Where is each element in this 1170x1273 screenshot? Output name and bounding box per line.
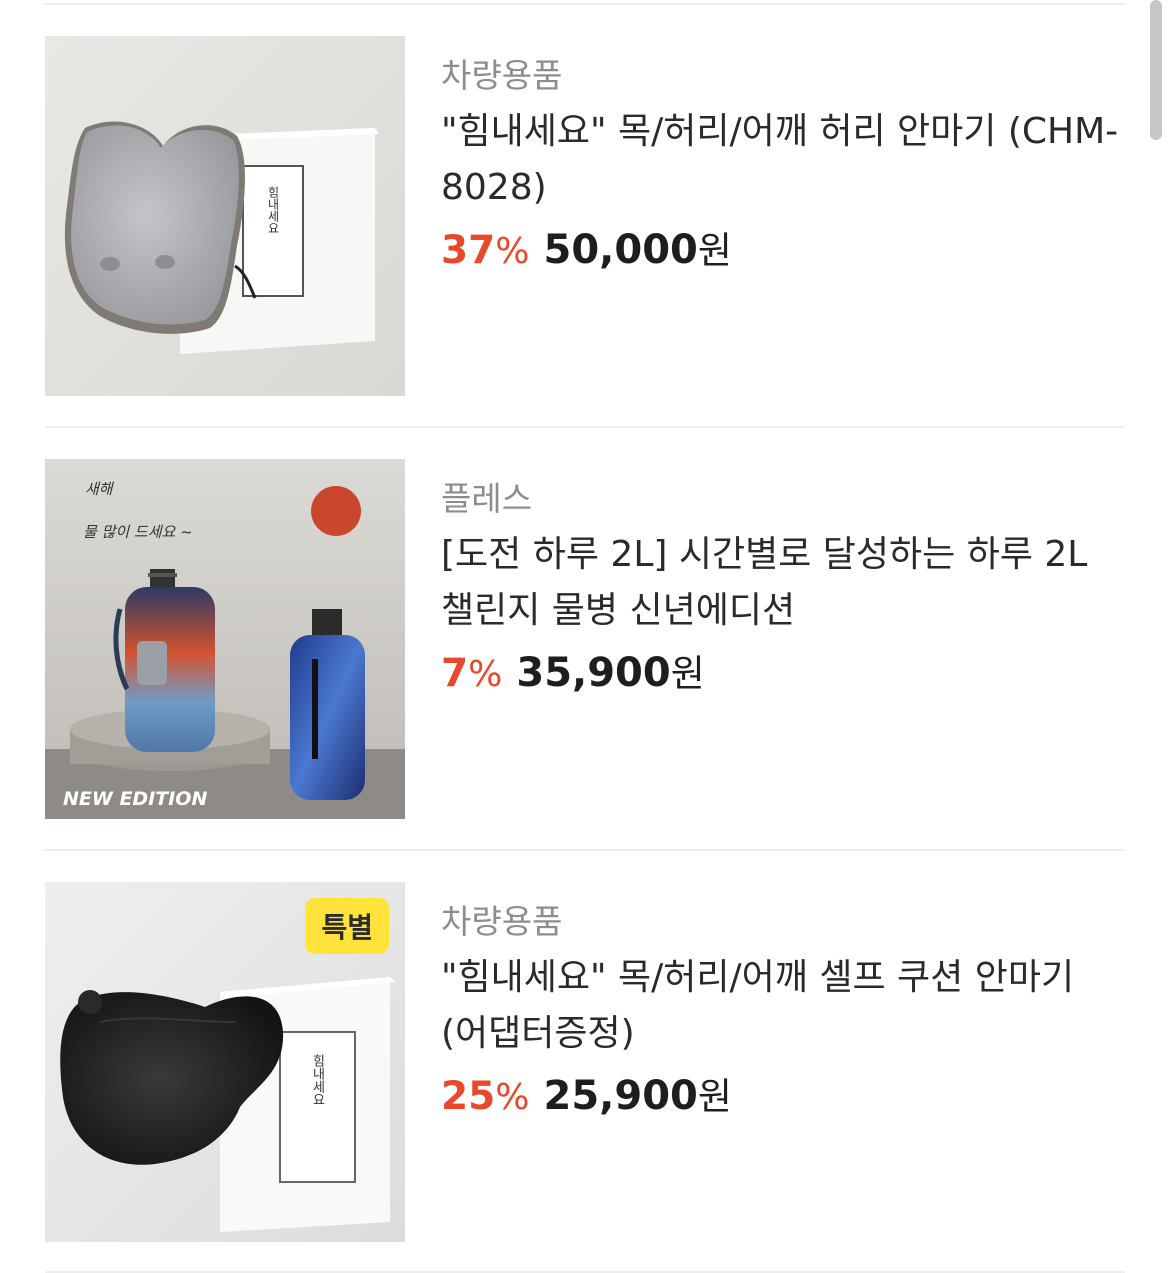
product-category[interactable]: 차량용품 bbox=[441, 900, 1125, 944]
product-image[interactable]: 새해 물 많이 드세요 ~ NEW EDITION bbox=[45, 459, 405, 819]
product-card-1[interactable]: 힘내세요 차량용품 "힘내세요" 목/허리/어깨 허리 안마기 (CHM-802… bbox=[45, 36, 1125, 396]
price-row: 25% 25,900원 bbox=[441, 1068, 1125, 1132]
lumbar-massager-image: 힘내세요 bbox=[45, 36, 405, 396]
product-info: 차량용품 "힘내세요" 목/허리/어깨 허리 안마기 (CHM-8028) 37… bbox=[441, 36, 1125, 286]
price-value: 35,900 bbox=[516, 650, 671, 696]
currency-unit: 원 bbox=[697, 1075, 732, 1118]
discount-value: 37 bbox=[441, 228, 496, 273]
product-image[interactable]: 힘내세요 특별 bbox=[45, 882, 405, 1242]
price-value: 50,000 bbox=[543, 227, 698, 273]
box-label: 힘내세요 bbox=[266, 186, 280, 234]
discount-rate: 25% bbox=[441, 1074, 530, 1119]
percent-sign: % bbox=[495, 1077, 530, 1118]
price-row: 37% 50,000원 bbox=[441, 222, 1125, 286]
product-title[interactable]: "힘내세요" 목/허리/어깨 셀프 쿠션 안마기 (어댑터증정) bbox=[441, 950, 1125, 1062]
currency-unit: 원 bbox=[670, 652, 705, 695]
image-caption-drink: 물 많이 드세요 ~ bbox=[83, 523, 193, 541]
box-label: 힘내세요 bbox=[310, 1054, 325, 1106]
product-card-2[interactable]: 새해 물 많이 드세요 ~ NEW EDITION 플레스 [도전 하루 2L]… bbox=[45, 459, 1125, 819]
divider bbox=[45, 426, 1125, 428]
divider bbox=[45, 3, 1125, 5]
discount-rate: 7% bbox=[441, 651, 502, 696]
price: 50,000원 bbox=[544, 227, 732, 273]
product-category[interactable]: 차량용품 bbox=[441, 54, 1125, 98]
product-info: 플레스 [도전 하루 2L] 시간별로 달성하는 하루 2L 챌린지 물병 신년… bbox=[441, 459, 1125, 709]
product-card-3[interactable]: 힘내세요 특별 차량용품 "힘내세요" 목/허리/어깨 셀프 쿠션 안마기 (어… bbox=[45, 882, 1125, 1242]
price-row: 7% 35,900원 bbox=[441, 645, 1125, 709]
product-title[interactable]: [도전 하루 2L] 시간별로 달성하는 하루 2L 챌린지 물병 신년에디션 bbox=[441, 527, 1125, 639]
divider bbox=[45, 849, 1125, 851]
product-info: 차량용품 "힘내세요" 목/허리/어깨 셀프 쿠션 안마기 (어댑터증정) 25… bbox=[441, 882, 1125, 1132]
percent-sign: % bbox=[495, 231, 530, 272]
price-value: 25,900 bbox=[543, 1073, 698, 1119]
product-category[interactable]: 플레스 bbox=[441, 477, 1125, 521]
scrollbar[interactable] bbox=[1150, 0, 1162, 140]
currency-unit: 원 bbox=[697, 229, 732, 272]
price: 25,900원 bbox=[544, 1073, 732, 1119]
image-caption-newyear: 새해 bbox=[85, 480, 115, 498]
percent-sign: % bbox=[468, 654, 503, 695]
discount-rate: 37% bbox=[441, 228, 530, 273]
product-image[interactable]: 힘내세요 bbox=[45, 36, 405, 396]
special-badge: 특별 bbox=[305, 898, 389, 954]
water-bottle-image: 새해 물 많이 드세요 ~ NEW EDITION bbox=[45, 459, 405, 819]
price: 35,900원 bbox=[516, 650, 704, 696]
product-title[interactable]: "힘내세요" 목/허리/어깨 허리 안마기 (CHM-8028) bbox=[441, 104, 1125, 216]
discount-value: 7 bbox=[441, 651, 469, 696]
discount-value: 25 bbox=[441, 1074, 496, 1119]
image-caption-edition: NEW EDITION bbox=[63, 788, 207, 810]
